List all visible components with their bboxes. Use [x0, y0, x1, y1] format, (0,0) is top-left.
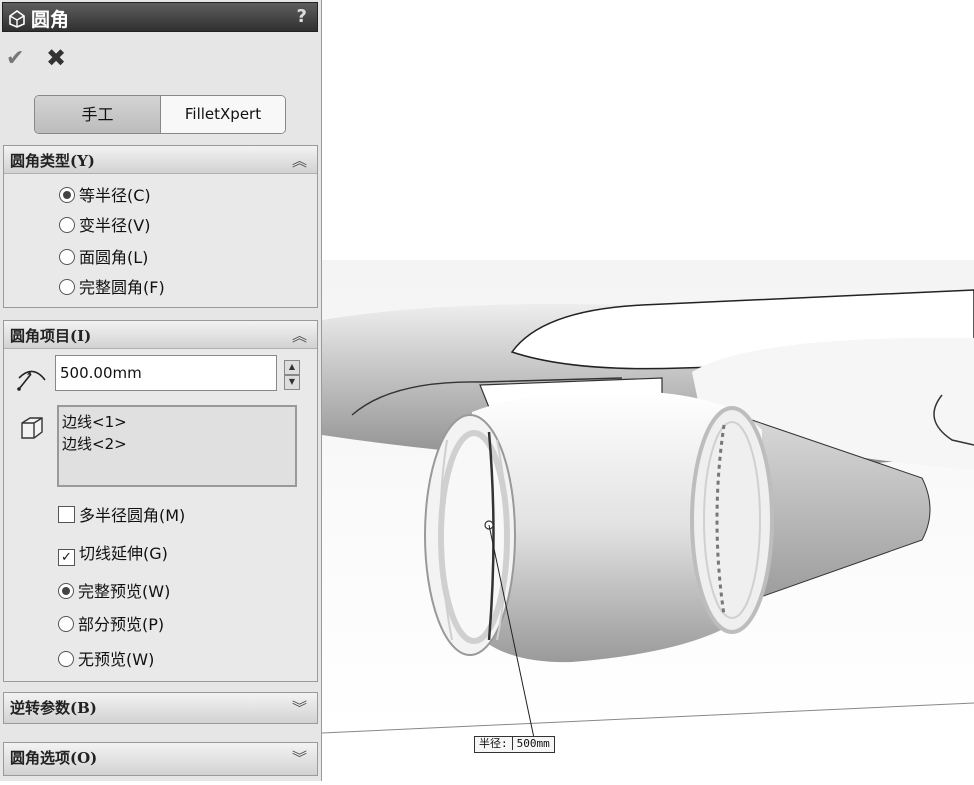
edge-selection-list[interactable]: 边线<1> 边线<2>: [57, 405, 297, 487]
collapse-icon[interactable]: ︽: [292, 150, 307, 171]
checkbox-icon[interactable]: [58, 506, 75, 523]
confirm-bar: ✔ ✖: [6, 44, 76, 72]
graphics-viewport[interactable]: [321, 0, 974, 781]
fillet-type-header[interactable]: 圆角类型(Y) ︽: [4, 146, 317, 174]
cancel-button[interactable]: ✖: [46, 44, 66, 72]
fillet-type-title: 圆角类型(Y): [10, 152, 95, 170]
fillet-type-group: 圆角类型(Y) ︽ 等半径(C) 变半径(V) 面圆角(L) 完整圆角(F): [3, 145, 318, 308]
fillet-options-header[interactable]: 圆角选项(O) ︾: [4, 743, 317, 775]
spin-down-icon[interactable]: ▼: [284, 375, 300, 390]
help-button[interactable]: ?: [297, 6, 307, 27]
panel-title: 圆角: [31, 9, 70, 31]
radio-icon[interactable]: [59, 249, 75, 265]
radio-full-preview[interactable]: 完整预览(W): [58, 578, 170, 602]
tab-manual[interactable]: 手工: [35, 96, 161, 133]
radius-input[interactable]: 500.00mm: [55, 355, 277, 391]
panel-titlebar: 圆角 ?: [2, 2, 318, 32]
radio-icon[interactable]: [58, 583, 74, 599]
radius-icon: [17, 370, 46, 391]
setback-header[interactable]: 逆转参数(B) ︾: [4, 693, 317, 723]
fillet-items-header[interactable]: 圆角项目(I) ︽: [4, 321, 317, 349]
radio-icon[interactable]: [59, 187, 75, 203]
engine-model[interactable]: [321, 0, 974, 781]
checkmark-icon[interactable]: ✓: [58, 549, 75, 566]
radio-icon[interactable]: [59, 217, 75, 233]
fillet-icon: [9, 10, 25, 28]
inlet-ring: [438, 430, 510, 644]
ok-button[interactable]: ✔: [6, 46, 24, 71]
expand-icon[interactable]: ︾: [292, 747, 307, 768]
callout-value: 500mm: [511, 737, 554, 750]
property-manager-panel: 圆角 ? ✔ ✖ 手工 FilletXpert 圆角类型(Y) ︽ 等半径(C)…: [0, 0, 322, 781]
list-item[interactable]: 边线<2>: [62, 433, 292, 455]
checkbox-tangent-propagation[interactable]: ✓ 切线延伸(G): [58, 540, 168, 566]
radio-icon[interactable]: [58, 651, 74, 667]
spin-up-icon[interactable]: ▲: [284, 360, 300, 375]
mode-tabs: 手工 FilletXpert: [34, 95, 286, 134]
callout-label: 半径:: [479, 737, 508, 750]
setback-group: 逆转参数(B) ︾: [3, 692, 318, 724]
checkbox-multi-radius[interactable]: 多半径圆角(M): [58, 502, 185, 526]
radio-variable-radius[interactable]: 变半径(V): [59, 212, 150, 236]
radio-no-preview[interactable]: 无预览(W): [58, 646, 154, 670]
collapse-icon[interactable]: ︽: [292, 325, 307, 346]
fillet-options-group: 圆角选项(O) ︾: [3, 742, 318, 776]
fillet-items-title: 圆角项目(I): [10, 327, 92, 345]
edge-face-icon: [21, 417, 43, 439]
tab-filletxpert[interactable]: FilletXpert: [161, 96, 285, 133]
radio-icon[interactable]: [58, 616, 74, 632]
radius-callout[interactable]: 半径: 500mm: [474, 736, 555, 753]
fillet-options-title: 圆角选项(O): [10, 749, 98, 767]
radio-face-fillet[interactable]: 面圆角(L): [59, 244, 148, 268]
radio-icon[interactable]: [59, 279, 75, 295]
setback-title: 逆转参数(B): [10, 699, 97, 717]
radio-constant-radius[interactable]: 等半径(C): [59, 182, 151, 206]
radio-partial-preview[interactable]: 部分预览(P): [58, 611, 164, 635]
list-item[interactable]: 边线<1>: [62, 411, 292, 433]
expand-icon[interactable]: ︾: [292, 697, 307, 718]
radio-full-round[interactable]: 完整圆角(F): [59, 274, 165, 298]
